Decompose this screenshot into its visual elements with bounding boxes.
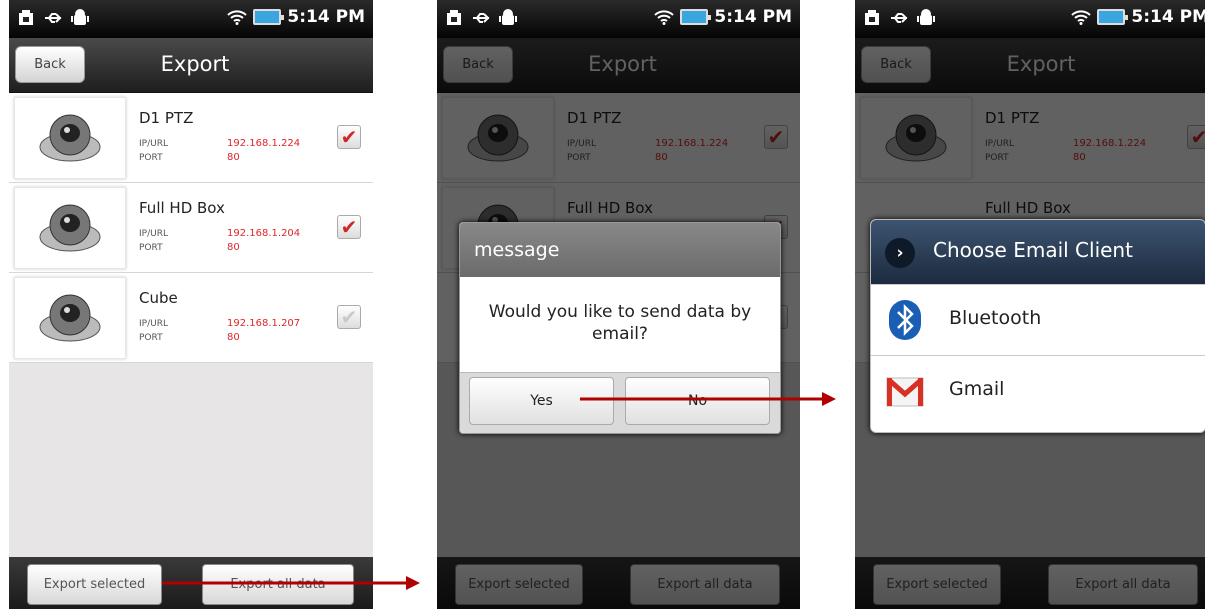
wifi-icon bbox=[654, 10, 675, 25]
select-checkbox[interactable]: ✔ bbox=[337, 125, 361, 149]
camera-icon bbox=[39, 294, 101, 342]
ip-label: IP/URL bbox=[139, 319, 168, 329]
bluetooth-icon bbox=[889, 300, 921, 340]
port-value: 80 bbox=[227, 242, 240, 253]
wifi-icon bbox=[1071, 10, 1092, 25]
chooser-title: Choose Email Client bbox=[933, 238, 1133, 262]
battery-icon bbox=[253, 9, 285, 25]
screen-choose-email-client: 5:14 PM Back Export D1 PTZ IP/URL 192.16… bbox=[855, 0, 1205, 609]
battery-icon bbox=[680, 9, 712, 25]
device-list: D1 PTZ IP/URL 192.168.1.224 PORT 80 ✔ Fu… bbox=[9, 93, 373, 363]
ip-label: IP/URL bbox=[139, 229, 168, 239]
dialog-title: message bbox=[460, 223, 780, 277]
screen-export-list: 5:14 PM Back Export D1 PTZ IP/URL 192.16… bbox=[9, 0, 373, 609]
email-client-chooser: › Choose Email Client Bluetooth Gmail bbox=[870, 219, 1205, 433]
device-row[interactable]: Full HD Box IP/URL 192.168.1.204 PORT 80… bbox=[9, 183, 373, 273]
screenshot-icon bbox=[447, 10, 461, 25]
chooser-option-gmail[interactable]: Gmail bbox=[871, 355, 1205, 426]
ip-value: 192.168.1.204 bbox=[227, 228, 301, 239]
dialog-message: Would you like to send data by email? bbox=[488, 302, 752, 344]
status-time: 5:14 PM bbox=[287, 7, 365, 27]
device-row[interactable]: D1 PTZ IP/URL 192.168.1.224 PORT 80 ✔ bbox=[9, 93, 373, 183]
camera-icon bbox=[39, 114, 101, 162]
port-value: 80 bbox=[227, 332, 240, 343]
device-row[interactable]: Cube IP/URL 192.168.1.207 PORT 80 ✔ bbox=[9, 273, 373, 363]
ip-value: 192.168.1.207 bbox=[227, 318, 301, 329]
flow-arrow-icon bbox=[580, 392, 836, 406]
device-name: D1 PTZ bbox=[139, 109, 194, 127]
select-checkbox[interactable]: ✔ bbox=[337, 215, 361, 239]
select-checkbox[interactable]: ✔ bbox=[337, 305, 361, 329]
port-label: PORT bbox=[139, 333, 163, 343]
camera-thumbnail bbox=[14, 187, 126, 269]
screenshot-icon bbox=[19, 10, 33, 25]
gmail-icon bbox=[886, 377, 924, 407]
android-debug-icon bbox=[499, 9, 517, 25]
page-title: Export bbox=[160, 52, 230, 76]
android-debug-icon bbox=[71, 9, 89, 25]
option-label: Bluetooth bbox=[949, 307, 1042, 329]
device-name: Full HD Box bbox=[139, 199, 225, 217]
camera-thumbnail bbox=[14, 277, 126, 359]
usb-icon bbox=[473, 13, 490, 23]
chooser-option-bluetooth[interactable]: Bluetooth bbox=[871, 284, 1205, 355]
camera-thumbnail bbox=[14, 97, 126, 179]
screenshot-icon bbox=[865, 10, 879, 25]
ip-value: 192.168.1.224 bbox=[227, 138, 301, 149]
title-bar: Back Export bbox=[9, 38, 373, 93]
usb-icon bbox=[891, 13, 908, 23]
wifi-icon bbox=[227, 10, 248, 25]
battery-icon bbox=[1097, 9, 1129, 25]
port-value: 80 bbox=[227, 152, 240, 163]
chevron-right-icon: › bbox=[885, 238, 915, 268]
android-debug-icon bbox=[917, 9, 935, 25]
port-label: PORT bbox=[139, 153, 163, 163]
screen-email-prompt: 5:14 PM Back Export D1 PTZ IP/URL 192.16… bbox=[437, 0, 800, 609]
export-selected-button[interactable]: Export selected bbox=[27, 564, 162, 605]
status-time: 5:14 PM bbox=[1131, 7, 1205, 27]
ip-label: IP/URL bbox=[139, 139, 168, 149]
usb-icon bbox=[45, 13, 62, 23]
camera-icon bbox=[39, 204, 101, 252]
flow-arrow-icon bbox=[162, 576, 420, 590]
device-name: Cube bbox=[139, 289, 178, 307]
status-bar: 5:14 PM bbox=[437, 0, 800, 38]
status-bar: 5:14 PM bbox=[9, 0, 373, 38]
status-bar: 5:14 PM bbox=[855, 0, 1205, 38]
chooser-header: › Choose Email Client bbox=[871, 220, 1205, 284]
port-label: PORT bbox=[139, 243, 163, 253]
status-time: 5:14 PM bbox=[714, 7, 792, 27]
option-label: Gmail bbox=[949, 378, 1005, 400]
